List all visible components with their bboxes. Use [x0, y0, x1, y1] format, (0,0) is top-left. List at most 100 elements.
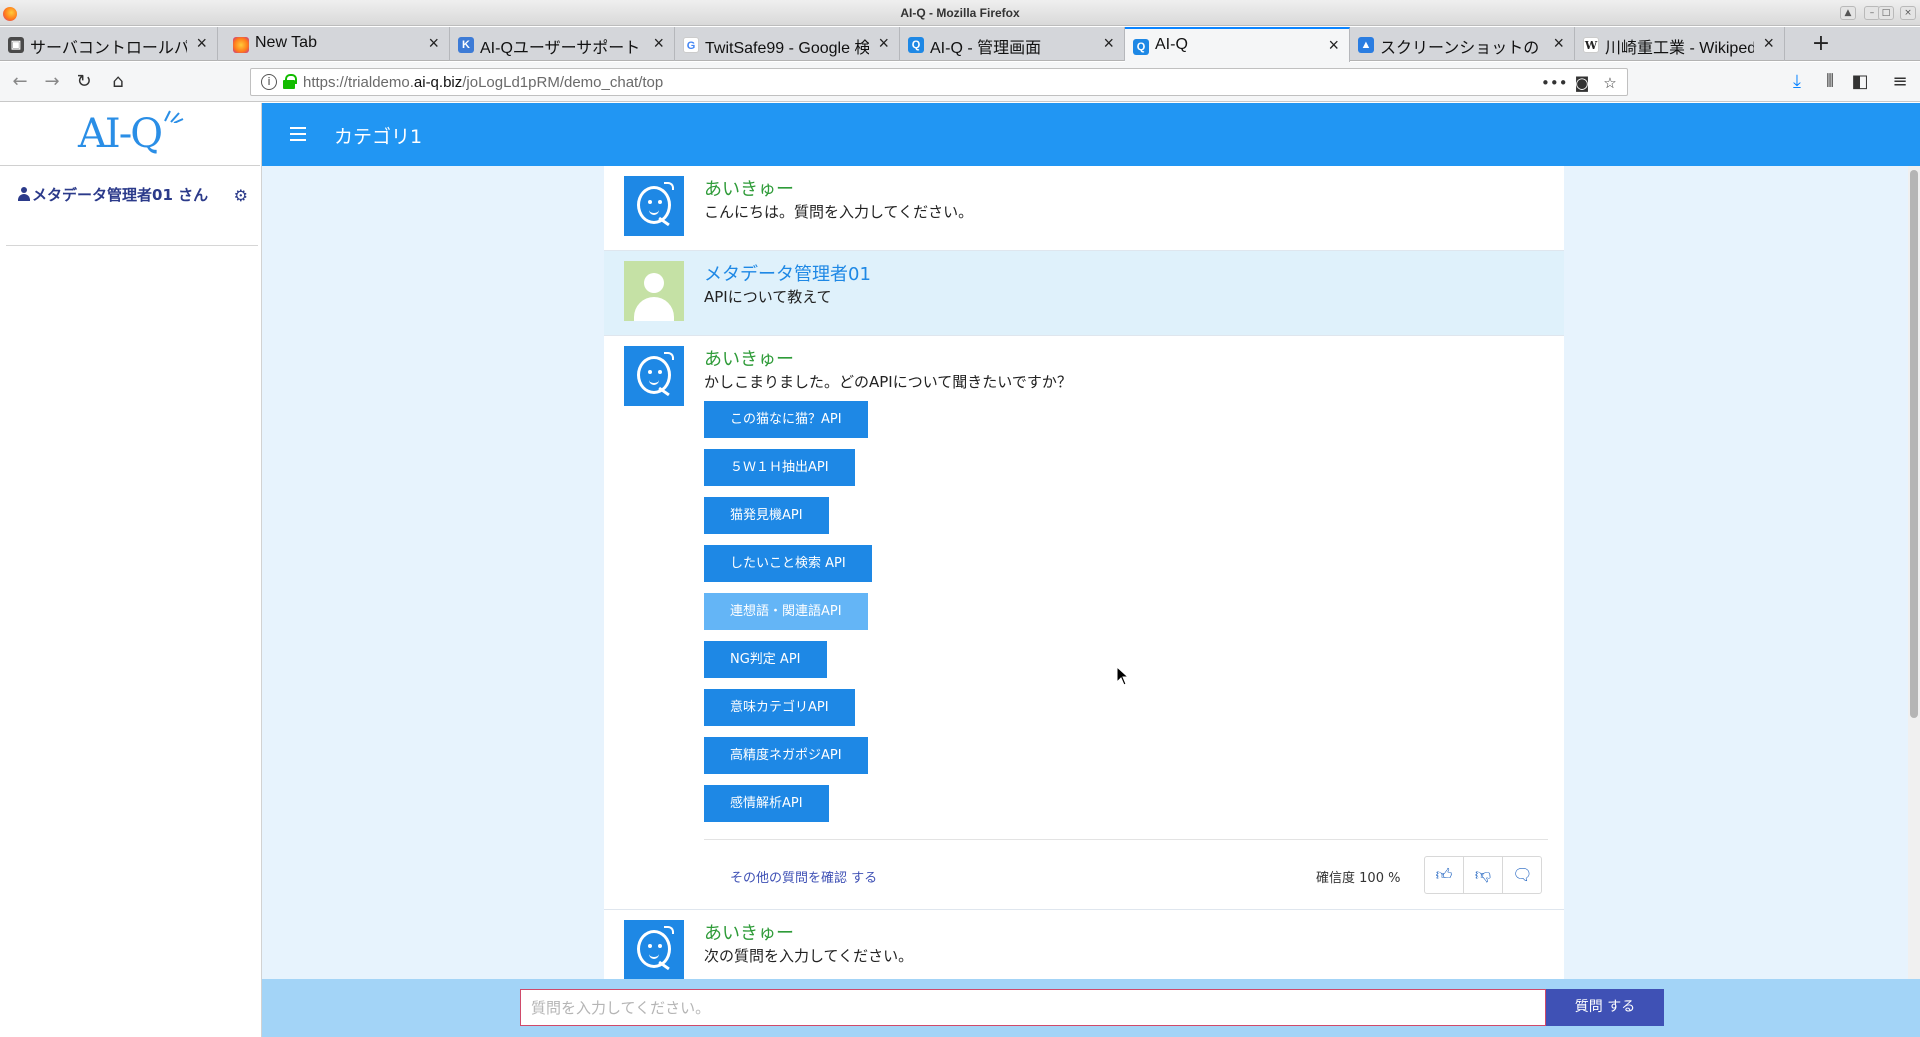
close-tab-icon[interactable]: ×: [428, 33, 439, 54]
option-button-cat-finder-api[interactable]: 猫発見機API: [704, 497, 829, 534]
tab-label: サーバコントロールパ: [30, 40, 187, 57]
confidence: 確信度 100 %: [1316, 867, 1400, 886]
bookmark-star-icon[interactable]: ☆: [1599, 72, 1621, 94]
server-panel-icon: ▣: [8, 37, 24, 53]
option-button-emotion-api[interactable]: 感情解析API: [704, 785, 829, 822]
scrollbar-thumb[interactable]: [1910, 170, 1918, 718]
lock-icon: [283, 74, 297, 89]
maximize-window-button[interactable]: □: [1878, 6, 1894, 20]
option-button-5w1h-api[interactable]: ５Ｗ１Ｈ抽出API: [704, 449, 855, 486]
bot-avatar: [624, 346, 684, 406]
sidebar-toggle-icon[interactable]: ◧: [1848, 70, 1872, 94]
downloads-icon[interactable]: ⤓: [1785, 70, 1809, 94]
tab-label: New Tab: [255, 34, 317, 51]
window-up-icon[interactable]: ▲: [1840, 6, 1856, 20]
hamburger-menu-icon[interactable]: [290, 127, 306, 141]
pocket-icon[interactable]: ◙: [1571, 72, 1593, 94]
user-menu[interactable]: メタデータ管理者01 さん ⚙: [18, 185, 254, 206]
user-icon: [18, 187, 30, 201]
question-input-bar: 質問 する: [262, 979, 1920, 1037]
page-scrollbar[interactable]: [1908, 166, 1920, 979]
option-button-cat-api[interactable]: この猫なに猫？API: [704, 401, 868, 438]
close-tab-icon[interactable]: ×: [1103, 33, 1114, 54]
home-button[interactable]: ⌂: [106, 70, 130, 94]
close-tab-icon[interactable]: ×: [196, 33, 207, 54]
aiq-icon: Q: [1133, 39, 1149, 55]
confidence-value: 100 %: [1359, 871, 1401, 886]
aiq-logo[interactable]: AI-Q: [0, 103, 260, 166]
url-text[interactable]: https://trialdemo.ai-q.biz/joLogLd1pRM/d…: [303, 74, 663, 91]
menu-icon[interactable]: ≡: [1888, 70, 1912, 94]
bot-message-next: あいきゅー 次の質問を入力してください。: [604, 910, 1564, 979]
app-sidebar: AI-Q メタデータ管理者01 さん ⚙: [0, 103, 262, 1037]
tab-google-search[interactable]: G TwitSafe99 - Google 検 ×: [675, 27, 900, 61]
window-title: AI-Q - Mozilla Firefox: [900, 6, 1020, 20]
user-name: メタデータ管理者01: [704, 264, 871, 285]
bot-message-greeting: あいきゅー こんにちは。質問を入力してください。: [604, 166, 1564, 251]
tab-server-panel[interactable]: ▣ サーバコントロールパ ×: [0, 27, 218, 61]
tab-label: 川崎重工業 - Wikipedia: [1605, 40, 1754, 57]
tab-wikipedia[interactable]: W 川崎重工業 - Wikipedia ×: [1575, 27, 1785, 61]
ask-button[interactable]: 質問 する: [1546, 989, 1664, 1026]
option-button-intent-search-api[interactable]: したいこと検索 API: [704, 545, 872, 582]
message-text: こんにちは。質問を入力してください。: [704, 203, 974, 221]
logo-text: AI-Q: [78, 111, 163, 157]
tab-label: スクリーンショットの: [1380, 40, 1540, 57]
close-tab-icon[interactable]: ×: [1553, 33, 1564, 54]
bot-name: あいきゅー: [704, 923, 794, 944]
comment-icon[interactable]: 🗨︎: [1503, 857, 1542, 893]
tab-strip: ▣ サーバコントロールパ × New Tab × K AI-Qユーザーサポート・…: [0, 27, 1920, 62]
user-message: メタデータ管理者01 APIについて教えて: [604, 251, 1564, 336]
thumbs-up-icon[interactable]: 👍︎: [1425, 857, 1464, 893]
option-button-semantic-category-api[interactable]: 意味カテゴリAPI: [704, 689, 855, 726]
k-icon: K: [458, 37, 474, 53]
option-button-association-api[interactable]: 連想語・関連語API: [704, 593, 868, 630]
question-input[interactable]: [520, 989, 1546, 1026]
back-button[interactable]: ←: [8, 70, 32, 94]
close-tab-icon[interactable]: ×: [1763, 33, 1774, 54]
tab-label: AI-Q: [1155, 36, 1188, 53]
option-button-negapos-api[interactable]: 高精度ネガポジAPI: [704, 737, 868, 774]
url-bar[interactable]: i https://trialdemo.ai-q.biz/joLogLd1pRM…: [250, 68, 1628, 96]
category-title: カテゴリ1: [334, 126, 423, 148]
close-tab-icon[interactable]: ×: [878, 33, 889, 54]
tab-screenshot[interactable]: ▲ スクリーンショットの ×: [1350, 27, 1575, 61]
close-tab-icon[interactable]: ×: [653, 33, 664, 54]
close-window-button[interactable]: ×: [1900, 6, 1916, 20]
chat-log: あいきゅー こんにちは。質問を入力してください。 メタデータ管理者01 APIに…: [604, 166, 1564, 979]
forward-button[interactable]: →: [40, 70, 64, 94]
other-questions-link[interactable]: その他の質問を確認 する: [730, 867, 877, 886]
google-icon: G: [683, 37, 699, 53]
app-header: カテゴリ1: [262, 103, 1920, 166]
tab-label: AI-Q - 管理画面: [930, 40, 1042, 57]
option-button-ng-judge-api[interactable]: NG判定 API: [704, 641, 827, 678]
bot-avatar: [624, 176, 684, 236]
tab-aiq-active[interactable]: Q AI-Q ×: [1125, 27, 1350, 62]
confidence-label: 確信度: [1316, 871, 1356, 886]
tab-label: AI-Qユーザーサポート・: [480, 40, 644, 57]
navigation-bar: ← → ↻ ⌂ i https://trialdemo.ai-q.biz/joL…: [0, 62, 1920, 102]
reload-button[interactable]: ↻: [72, 70, 96, 94]
site-info-icon[interactable]: i: [261, 74, 277, 90]
logo-rays-icon: [164, 110, 184, 123]
library-icon[interactable]: ⫴: [1818, 70, 1842, 94]
bot-name: あいきゅー: [704, 349, 794, 370]
message-text: APIについて教えて: [704, 288, 832, 306]
close-tab-icon[interactable]: ×: [1328, 35, 1339, 56]
bot-avatar: [624, 920, 684, 979]
tab-aiq-support[interactable]: K AI-Qユーザーサポート・ ×: [450, 27, 675, 61]
tab-new-tab[interactable]: New Tab ×: [225, 27, 450, 61]
message-footer-divider: [704, 839, 1548, 840]
message-text: 次の質問を入力してください。: [704, 947, 914, 965]
aiq-icon: Q: [908, 37, 924, 53]
user-avatar: [624, 261, 684, 321]
feedback-group: 👍︎ 👎︎ 🗨︎: [1424, 856, 1542, 894]
tab-aiq-admin[interactable]: Q AI-Q - 管理画面 ×: [900, 27, 1125, 61]
page-actions-icon[interactable]: •••: [1541, 72, 1568, 94]
gear-icon[interactable]: ⚙: [234, 185, 248, 206]
window-titlebar: AI-Q - Mozilla Firefox ▲ – □ ×: [0, 0, 1920, 26]
thumbs-down-icon[interactable]: 👎︎: [1464, 857, 1503, 893]
firefox-icon: [233, 37, 249, 53]
new-tab-button[interactable]: +: [1806, 27, 1836, 61]
bot-name: あいきゅー: [704, 179, 794, 200]
